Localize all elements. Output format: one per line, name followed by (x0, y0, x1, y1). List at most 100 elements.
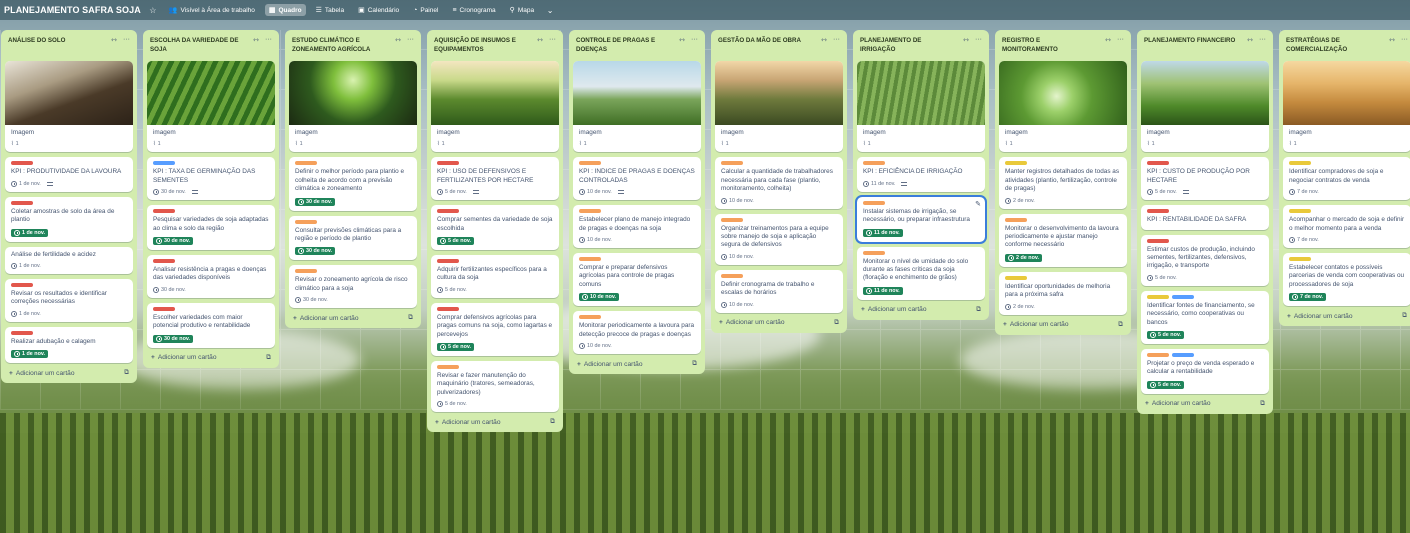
add-card-button[interactable]: + Adicionar um cartão (9, 370, 75, 377)
collapse-list-icon[interactable]: ⇿ (679, 36, 685, 44)
cover-image-card[interactable]: imagem ⌇ 1 (573, 61, 701, 153)
task-card[interactable]: KPI : INDICE DE PRAGAS E DOENÇAS CONTROL… (573, 157, 701, 201)
add-card-button[interactable]: + Adicionar um cartão (293, 315, 359, 322)
create-from-template-icon[interactable]: ⧉ (124, 369, 129, 377)
list-menu-icon[interactable]: ··· (1259, 36, 1266, 44)
date-badge[interactable]: 30 de nov. (153, 189, 186, 196)
task-card[interactable]: ✎ Instalar sistemas de irrigação, se nece… (855, 194, 987, 244)
task-card[interactable]: Análise de fertilidade e acidez 1 de nov. (5, 246, 133, 275)
list-title[interactable]: PLANEJAMENTO DE IRRIGAÇÃO (860, 36, 954, 54)
due-date-badge[interactable]: 11 de nov. (863, 286, 903, 295)
due-date-badge[interactable]: 30 de nov. (295, 197, 335, 206)
list-menu-icon[interactable]: ··· (975, 36, 982, 44)
label-orange[interactable] (721, 161, 743, 166)
list-title[interactable]: PLANEJAMENTO FINANCEIRO (1144, 36, 1235, 45)
date-badge[interactable]: 2 de nov. (1005, 303, 1035, 310)
task-card[interactable]: Calcular a quantidade de trabalhadores n… (715, 157, 843, 209)
label-orange[interactable] (579, 315, 601, 320)
label-orange[interactable] (863, 250, 885, 255)
label-red[interactable] (153, 306, 175, 311)
list-menu-icon[interactable]: ··· (691, 36, 698, 44)
label-orange[interactable] (579, 209, 601, 214)
edit-card-icon[interactable]: ✎ (975, 200, 981, 208)
task-card[interactable]: Definir cronograma de trabalho e escalas… (715, 269, 843, 313)
cover-image-card[interactable]: imagem ⌇ 1 (999, 61, 1127, 153)
list-menu-icon[interactable]: ··· (833, 36, 840, 44)
date-badge[interactable]: 1 de nov. (11, 310, 41, 317)
task-card[interactable]: Revisar o zoneamento agrícola de risco c… (289, 265, 417, 309)
add-card-button[interactable]: + Adicionar um cartão (1287, 313, 1353, 320)
create-from-template-icon[interactable]: ⧉ (1402, 312, 1407, 320)
view-tab-quadro[interactable]: ▦ Quadro (264, 4, 306, 16)
view-tab-painel[interactable]: ◔ Painel (409, 5, 442, 16)
add-card-button[interactable]: + Adicionar um cartão (719, 319, 785, 326)
cover-image-card[interactable]: imagem ⌇ 1 (289, 61, 417, 153)
list-title[interactable]: AQUISIÇÃO DE INSUMOS E EQUIPAMENTOS (434, 36, 528, 54)
date-badge[interactable]: 10 de nov. (721, 301, 754, 308)
cover-image-card[interactable]: imagem ⌇ 1 (431, 61, 559, 153)
date-badge[interactable]: 10 de nov. (721, 253, 754, 260)
create-from-template-icon[interactable]: ⧉ (1260, 400, 1265, 408)
date-badge[interactable]: 10 de nov. (579, 237, 612, 244)
label-orange[interactable] (863, 200, 885, 205)
task-card[interactable]: Revisar e fazer manutenção do maquinário… (431, 361, 559, 413)
view-tab-calendario[interactable]: ▣ Calendário (354, 4, 403, 16)
create-from-template-icon[interactable]: ⧉ (1118, 321, 1123, 329)
label-red[interactable] (1147, 238, 1169, 243)
label-blue[interactable] (1172, 294, 1194, 299)
due-date-badge[interactable]: 30 de nov. (153, 237, 193, 246)
task-card[interactable]: Revisar os resultados e identificar corr… (5, 279, 133, 322)
task-card[interactable]: Manter registros detalhados de todas as … (999, 157, 1127, 209)
due-date-badge[interactable]: 1 de nov. (11, 350, 48, 359)
date-badge[interactable]: 11 de nov. (863, 180, 895, 187)
view-tab-cronograma[interactable]: ≡ Cronograma (448, 5, 499, 16)
label-blue[interactable] (1172, 353, 1194, 358)
task-card[interactable]: Monitorar o nível de umidade do solo dur… (857, 246, 985, 300)
task-card[interactable]: Identificar compradores de soja e negoci… (1283, 157, 1410, 201)
label-red[interactable] (437, 161, 459, 166)
visibility-button[interactable]: 👥 Visível à Área de trabalho (165, 4, 259, 16)
add-card-button[interactable]: + Adicionar um cartão (861, 306, 927, 313)
list-title[interactable]: ESTRATÉGIAS DE COMERCIALIZAÇÃO (1286, 36, 1380, 54)
label-red[interactable] (153, 209, 175, 214)
collapse-list-icon[interactable]: ⇿ (1105, 36, 1111, 44)
list-title[interactable]: GESTÃO DA MÃO DE OBRA (718, 36, 801, 45)
collapse-list-icon[interactable]: ⇿ (963, 36, 969, 44)
due-date-badge[interactable]: 1 de nov. (11, 228, 48, 237)
task-card[interactable]: Estabelecer contatos e possíveis parceri… (1283, 253, 1410, 307)
label-red[interactable] (437, 209, 459, 214)
date-badge[interactable]: 2 de nov. (1005, 197, 1035, 204)
label-yellow[interactable] (1005, 275, 1027, 280)
task-card[interactable]: Projetar o preço de venda esperado e cal… (1141, 349, 1269, 394)
cover-image-card[interactable]: imagem ⌇ 1 (1283, 61, 1410, 153)
cover-image-card[interactable]: imagem ⌇ 1 (857, 61, 985, 153)
task-card[interactable]: KPI : CUSTO DE PRODUÇÃO POR HECTARE 5 de … (1141, 157, 1269, 201)
list-title[interactable]: REGISTRO E MONITORAMENTO (1002, 36, 1096, 54)
date-badge[interactable]: 30 de nov. (153, 286, 186, 293)
list-menu-icon[interactable]: ··· (123, 36, 130, 44)
task-card[interactable]: Adquirir fertilizantes específicos para … (431, 255, 559, 298)
label-orange[interactable] (295, 219, 317, 224)
task-card[interactable]: Realizar adubação e calagem 1 de nov. (5, 326, 133, 364)
task-card[interactable]: Comprar sementes da variedade de soja es… (431, 205, 559, 251)
task-card[interactable]: Estabelecer plano de manejo integrado de… (573, 205, 701, 249)
label-orange[interactable] (579, 257, 601, 262)
task-card[interactable]: Identificar oportunidades de melhoria pa… (999, 271, 1127, 315)
list-title[interactable]: ESCOLHA DA VARIEDADE DE SOJA (150, 36, 244, 54)
view-tab-tabela[interactable]: ☰ Tabela (312, 4, 348, 16)
add-card-button[interactable]: + Adicionar um cartão (151, 354, 217, 361)
add-card-button[interactable]: + Adicionar um cartão (435, 419, 501, 426)
task-card[interactable]: Comprar defensivos agrícolas para pragas… (431, 302, 559, 357)
task-card[interactable]: Monitorar o desenvolvimento da lavoura p… (999, 213, 1127, 267)
task-card[interactable]: KPI : TAXA DE GERMINAÇÃO DAS SEMENTES 30 … (147, 157, 275, 201)
due-date-badge[interactable]: 5 de nov. (1147, 380, 1184, 389)
star-icon[interactable]: ☆ (147, 4, 159, 16)
label-red[interactable] (437, 306, 459, 311)
due-date-badge[interactable]: 30 de nov. (295, 247, 335, 256)
date-badge[interactable]: 7 de nov. (1289, 189, 1319, 196)
task-card[interactable]: Monitorar periodicamente a lavoura para … (573, 311, 701, 355)
list-menu-icon[interactable]: ··· (407, 36, 414, 44)
label-orange[interactable] (1147, 353, 1169, 358)
label-yellow[interactable] (1289, 257, 1311, 262)
date-badge[interactable]: 10 de nov. (721, 197, 754, 204)
